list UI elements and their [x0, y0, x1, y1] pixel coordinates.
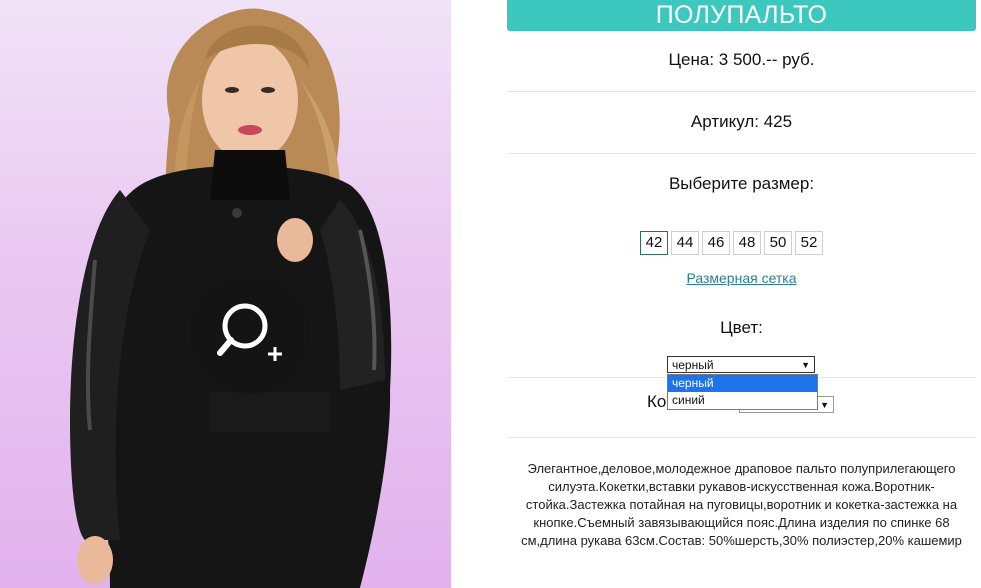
chevron-down-icon: ▼	[820, 400, 829, 410]
zoom-button[interactable]	[190, 274, 310, 394]
quantity-label: Ко	[647, 392, 667, 411]
size-option-46[interactable]: 46	[702, 231, 730, 255]
product-title: ПОЛУПАЛЬТО	[507, 0, 976, 31]
product-details: ПОЛУПАЛЬТО Цена: 3 500.-- руб. Артикул: …	[507, 0, 976, 588]
zoom-in-icon	[217, 303, 282, 361]
size-option-50[interactable]: 50	[764, 231, 792, 255]
color-option-black[interactable]: черный	[668, 375, 817, 392]
color-dropdown: черный синий	[667, 374, 818, 410]
article-text: Артикул: 425	[690, 112, 793, 131]
product-description: Элегантное,деловое,молодежное драповое п…	[521, 461, 962, 548]
product-image[interactable]	[0, 0, 451, 588]
color-select[interactable]: черный ▼	[667, 356, 815, 373]
divider	[507, 153, 976, 154]
size-options: 42 44 46 48 50 52	[640, 231, 823, 255]
size-option-48[interactable]: 48	[733, 231, 761, 255]
size-option-42[interactable]: 42	[640, 231, 668, 255]
choose-size-label: Выберите размер:	[668, 174, 815, 193]
color-select-value: черный	[672, 358, 714, 372]
price-text: Цена: 3 500.-- руб.	[668, 50, 815, 69]
size-option-52[interactable]: 52	[795, 231, 823, 255]
size-option-44[interactable]: 44	[671, 231, 699, 255]
color-option-blue[interactable]: синий	[668, 392, 817, 409]
chevron-down-icon: ▼	[801, 360, 810, 370]
divider	[507, 91, 976, 92]
color-label: Цвет:	[720, 318, 763, 337]
size-chart-link[interactable]: Размерная сетка	[507, 270, 976, 286]
divider	[507, 437, 976, 438]
